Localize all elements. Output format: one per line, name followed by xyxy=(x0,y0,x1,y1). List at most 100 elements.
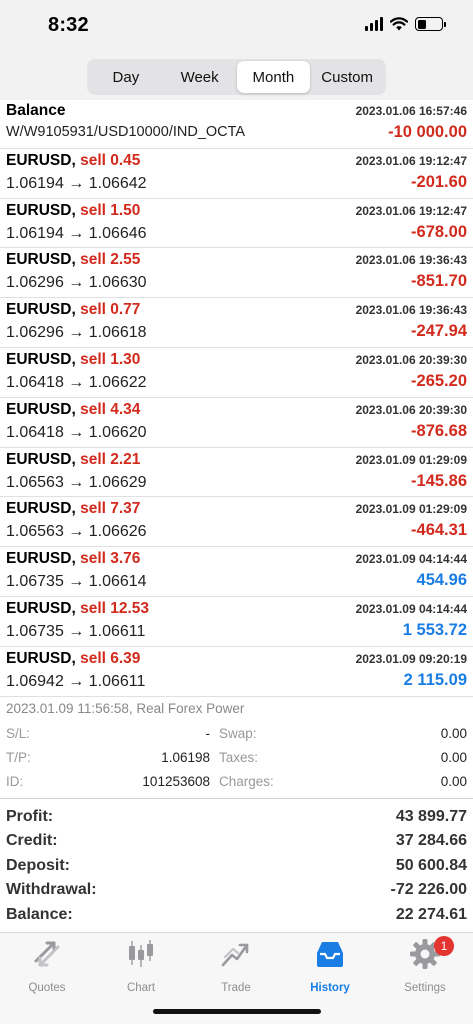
deal-symbol-line: EURUSD, sell 7.37 xyxy=(6,500,140,518)
summary-withdrawal-row: Withdrawal: -72 226.00 xyxy=(0,878,473,902)
deal-direction-volume: sell 7.37 xyxy=(80,500,141,518)
segment-week[interactable]: Week xyxy=(163,61,237,93)
segment-custom[interactable]: Custom xyxy=(310,61,384,93)
deal-profit: 454.96 xyxy=(416,571,467,590)
summary-deposit-row: Deposit: 50 600.84 xyxy=(0,854,473,878)
tab-chart-label: Chart xyxy=(126,982,156,994)
tab-chart[interactable]: Chart xyxy=(94,937,188,997)
deal-profit: -265.20 xyxy=(411,371,467,390)
settings-notification-badge: 1 xyxy=(434,936,454,956)
deal-symbol: EURUSD, xyxy=(6,550,76,568)
deal-time: 2023.01.09 09:20:19 xyxy=(355,651,467,666)
inbox-tray-icon xyxy=(317,942,343,967)
deal-direction-volume: sell 0.45 xyxy=(80,151,141,169)
balance-title: Balance xyxy=(6,102,66,119)
summary-withdrawal-label: Withdrawal: xyxy=(6,881,97,899)
balance-row[interactable]: Balance W/W9105931/USD10000/IND_OCTA 202… xyxy=(0,99,473,149)
trade-icon xyxy=(221,943,249,967)
deal-row[interactable]: EURUSD, sell 0.45 1.06194 → 1.06642 2023.0… xyxy=(0,149,473,199)
deal-detail-panel: 2023.01.09 11:56:58, Real Forex Power S/… xyxy=(0,698,473,799)
deal-profit: -145.86 xyxy=(411,471,467,490)
tab-quotes[interactable]: Quotes xyxy=(0,937,94,997)
deal-direction-volume: sell 4.34 xyxy=(80,400,141,418)
deal-symbol: EURUSD, xyxy=(6,301,76,319)
deal-prices: 1.06194 → 1.06642 xyxy=(6,174,147,192)
deal-row[interactable]: EURUSD, sell 1.50 1.06194 → 1.06646 2023.0… xyxy=(0,199,473,249)
deal-profit: -851.70 xyxy=(411,272,467,291)
tp-label: T/P: xyxy=(6,750,31,765)
balance-comment: W/W9105931/USD10000/IND_OCTA xyxy=(6,124,246,140)
summary-profit-row: Profit: 43 899.77 xyxy=(0,805,473,829)
taxes-value: 0.00 xyxy=(440,750,467,765)
balance-time: 2023.01.06 16:57:46 xyxy=(355,104,467,118)
deal-symbol-line: EURUSD, sell 2.55 xyxy=(6,251,140,269)
deal-symbol: EURUSD, xyxy=(6,450,76,468)
id-label: ID: xyxy=(6,774,24,789)
deal-profit: -201.60 xyxy=(411,172,467,191)
status-time: 8:32 xyxy=(48,14,89,36)
home-indicator xyxy=(153,1009,321,1014)
tab-trade[interactable]: Trade xyxy=(189,937,283,997)
candlestick-chart-icon xyxy=(129,940,153,967)
deal-direction-volume: sell 1.30 xyxy=(80,350,141,368)
detail-meta: 2023.01.09 11:56:58, Real Forex Power xyxy=(6,701,245,716)
summary-credit-value: 37 284.66 xyxy=(395,832,467,850)
deal-time: 2023.01.06 19:36:43 xyxy=(355,303,467,318)
deal-row[interactable]: EURUSD, sell 1.30 1.06418 → 1.06622 2023.0… xyxy=(0,348,473,398)
deal-profit: -464.31 xyxy=(411,521,467,540)
battery-icon xyxy=(415,17,446,31)
deal-direction-volume: sell 1.50 xyxy=(80,201,141,219)
status-icons xyxy=(365,17,446,31)
deal-direction-volume: sell 0.77 xyxy=(80,301,141,319)
deal-symbol-line: EURUSD, sell 1.50 xyxy=(6,202,140,220)
tp-value: 1.06198 xyxy=(161,750,210,765)
tab-history[interactable]: History xyxy=(283,937,377,997)
cellular-signal-icon xyxy=(365,17,383,31)
deal-row[interactable]: EURUSD, sell 2.55 1.06296 → 1.06630 2023.0… xyxy=(0,248,473,299)
taxes-label: Taxes: xyxy=(219,750,259,765)
deal-profit: -247.94 xyxy=(411,322,467,341)
deal-row[interactable]: EURUSD, sell 2.21 1.06563 → 1.06629 2023.0… xyxy=(0,448,473,498)
deal-row[interactable]: EURUSD, sell 4.34 1.06418 → 1.06620 2023.0… xyxy=(0,398,473,448)
deal-time: 2023.01.06 19:36:43 xyxy=(355,253,467,268)
deal-time: 2023.01.06 19:12:47 xyxy=(355,203,467,218)
deal-row[interactable]: EURUSD, sell 6.39 1.06942 → 1.06611 2023.0… xyxy=(0,647,473,697)
deal-row[interactable]: EURUSD, sell 3.76 1.06735 → 1.06614 2023.0… xyxy=(0,547,473,597)
deal-symbol: EURUSD, xyxy=(6,251,76,269)
summary-profit-value: 43 899.77 xyxy=(395,808,467,825)
status-bar: 8:32 xyxy=(0,0,473,56)
deal-time: 2023.01.06 20:39:30 xyxy=(355,352,467,367)
deal-row[interactable]: EURUSD, sell 7.37 1.06563 → 1.06626 2023.0… xyxy=(0,497,473,548)
deal-time: 2023.01.06 20:39:30 xyxy=(355,402,467,417)
deal-direction-volume: sell 2.55 xyxy=(80,251,141,269)
summary-withdrawal-value: -72 226.00 xyxy=(390,881,467,899)
charges-label: Charges: xyxy=(219,774,274,789)
deal-symbol-line: EURUSD, sell 0.77 xyxy=(6,301,140,319)
tab-settings[interactable]: 1 Settings xyxy=(378,936,472,997)
quotes-icon xyxy=(34,941,60,967)
deal-time: 2023.01.09 01:29:09 xyxy=(355,452,467,467)
segment-month[interactable]: Month xyxy=(236,61,311,93)
deal-profit: 2 115.09 xyxy=(403,670,467,689)
deal-symbol-line: EURUSD, sell 6.39 xyxy=(6,650,140,668)
deal-time: 2023.01.09 01:29:09 xyxy=(355,502,467,517)
wifi-icon xyxy=(390,17,408,31)
deal-prices: 1.06194 → 1.06646 xyxy=(6,224,147,242)
deal-symbol-line: EURUSD, sell 2.21 xyxy=(6,451,140,469)
deal-row[interactable]: EURUSD, sell 0.77 1.06296 → 1.06618 2023.0… xyxy=(0,298,473,348)
deal-prices: 1.06563 → 1.06629 xyxy=(6,473,147,491)
summary-deposit-label: Deposit: xyxy=(6,856,70,874)
deal-direction-volume: sell 2.21 xyxy=(80,450,141,468)
period-segmented-control: Day Week Month Custom xyxy=(87,59,386,95)
deal-row[interactable]: EURUSD, sell 12.53 1.06735 → 1.06611 2023.… xyxy=(0,597,473,647)
summary-profit-label: Profit: xyxy=(6,808,54,825)
summary-balance-label: Balance: xyxy=(6,905,73,923)
deal-symbol: EURUSD, xyxy=(6,649,76,667)
deal-prices: 1.06563 → 1.06626 xyxy=(6,523,147,541)
summary-credit-row: Credit: 37 284.66 xyxy=(0,829,473,853)
deal-time: 2023.01.09 04:14:44 xyxy=(355,552,467,567)
history-list: Balance W/W9105931/USD10000/IND_OCTA 202… xyxy=(0,99,473,697)
deal-symbol-line: EURUSD, sell 0.45 xyxy=(6,152,140,170)
summary-credit-label: Credit: xyxy=(6,832,58,850)
segment-day[interactable]: Day xyxy=(89,61,163,93)
